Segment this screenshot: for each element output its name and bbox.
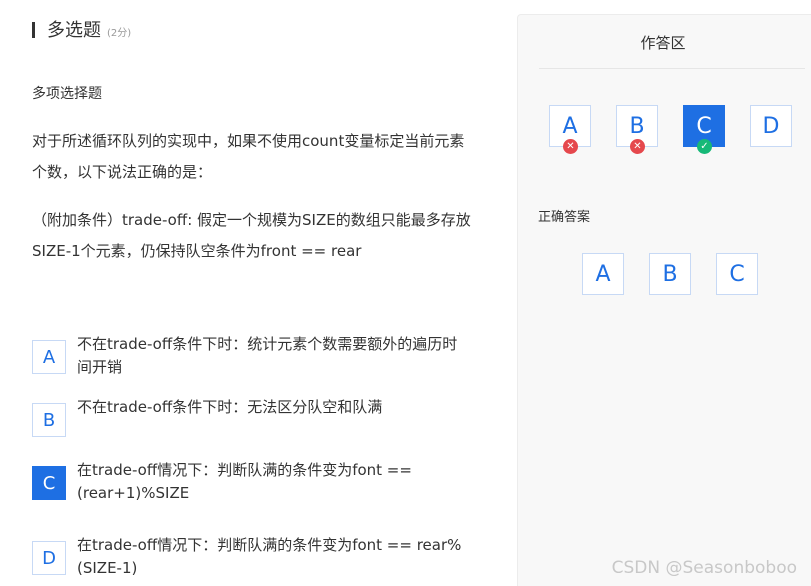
option-text: 不在trade-off条件下时：无法区分队空和队满 — [77, 398, 383, 416]
question-type-label: 多项选择题 — [32, 86, 102, 102]
cross-icon: ✕ — [563, 139, 578, 154]
correct-answer-b: B — [649, 253, 691, 295]
option-letter[interactable]: C — [32, 466, 66, 500]
question-area: 多选题 (2分) 多项选择题 对于所述循环队列的实现中，如果不使用count变量… — [0, 0, 500, 586]
option-letter[interactable]: D — [32, 541, 66, 575]
option-letter[interactable]: A — [32, 340, 66, 374]
check-icon: ✓ — [697, 139, 712, 154]
option-text: 在trade-off情况下：判断队满的条件变为font == (rear+1)%… — [77, 461, 412, 502]
option-d[interactable]: D 在trade-off情况下：判断队满的条件变为font == rear%(S… — [32, 536, 472, 580]
answer-choice-d[interactable]: D — [750, 105, 792, 147]
title-bar-decoration — [32, 22, 35, 38]
option-a[interactable]: A 不在trade-off条件下时：统计元素个数需要额外的遍历时间开销 — [32, 335, 472, 379]
option-b[interactable]: B 不在trade-off条件下时：无法区分队空和队满 — [32, 398, 472, 437]
correct-answer-a: A — [582, 253, 624, 295]
correct-answer-c: C — [716, 253, 758, 295]
correct-answer-label: 正确答案 — [538, 210, 591, 225]
option-text: 不在trade-off条件下时：统计元素个数需要额外的遍历时间开销 — [77, 335, 458, 376]
answer-panel: 作答区 A ✕ B ✕ C ✓ D 正确答案 A B C — [517, 14, 811, 586]
cross-icon: ✕ — [630, 139, 645, 154]
option-text: 在trade-off情况下：判断队满的条件变为font == rear%(SIZ… — [77, 536, 462, 577]
question-stem-line: 对于所述循环队列的实现中，如果不使用count变量标定当前元素个数，以下说法正确… — [32, 132, 465, 181]
option-letter[interactable]: B — [32, 403, 66, 437]
answer-panel-title: 作答区 — [640, 34, 686, 52]
option-c[interactable]: C 在trade-off情况下：判断队满的条件变为font == (rear+1… — [32, 461, 472, 505]
panel-divider — [539, 68, 805, 69]
question-stem-condition: （附加条件）trade-off: 假定一个规模为SIZE的数组只能最多存放SIZ… — [32, 211, 471, 260]
question-stem: 对于所述循环队列的实现中，如果不使用count变量标定当前元素个数，以下说法正确… — [32, 126, 477, 284]
question-type-title: 多选题 — [47, 20, 101, 41]
question-header: 多选题 (2分) — [32, 16, 131, 42]
question-score: (2分) — [107, 28, 132, 39]
watermark: CSDN @Seasonboboo — [611, 558, 797, 578]
